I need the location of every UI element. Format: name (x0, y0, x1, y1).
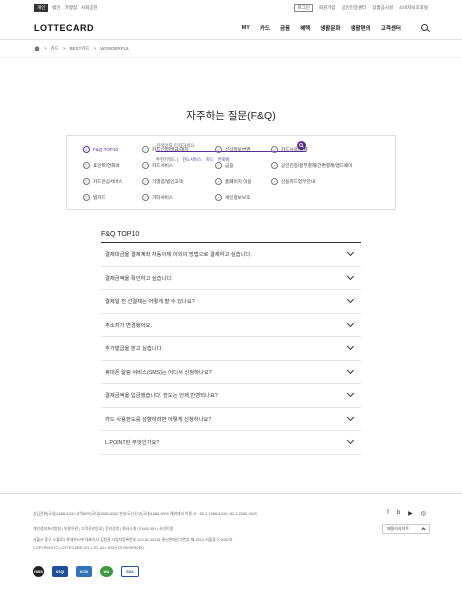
faq-item[interactable]: 결제대금을 결제계좌 자동이체 이외의 방법으로 결제하고 싶습니다. (101, 243, 361, 267)
chevron-down-icon (346, 437, 355, 445)
global-nav: LOTTECARD MY 카드 금융 혜택 생활문화 생활편의 고객센터 (0, 16, 462, 40)
faq-item[interactable]: 추가발급을 받고 싶습니다. (101, 337, 361, 361)
certification-marks: ISMS KSQI KCSI WA SDA (33, 566, 139, 577)
lottecard-logo[interactable]: LOTTECARD (34, 23, 94, 33)
category-item[interactable]: ✓ 법카드 (83, 194, 106, 201)
check-icon: ✓ (215, 146, 222, 153)
category-item[interactable]: ✓ 신용카드업무안내 (271, 178, 315, 185)
faq-item[interactable]: 주소지가 변경됐어요. (101, 314, 361, 337)
category-item[interactable]: ✓ 개인정보보호 (215, 194, 250, 201)
chevron-up-icon (421, 527, 426, 532)
footer-phones: 상담전화(국내)1588-8100 고객ARS(국내)1588-8200 분실/… (33, 512, 257, 516)
faq-item[interactable]: L.POINT란 무엇인가요? (101, 431, 361, 455)
tab-corporate[interactable]: 법인 (52, 5, 60, 11)
instagram-icon[interactable]: ◎ (421, 510, 426, 517)
check-icon: ✓ (83, 194, 90, 201)
footer-links[interactable]: 개인정보처리방침 | 이용약관 | 고객권리안내 | 윤리경영 | 회사소개 |… (33, 527, 173, 532)
product-notice-link[interactable]: 상품공시실 (372, 5, 393, 11)
breadcrumb: > 카드 > BEST카드 > WONDERFUL (0, 40, 462, 58)
tab-csr[interactable]: 사회공헌 (81, 5, 98, 11)
chevron-down-icon (346, 390, 355, 398)
check-icon: ✓ (142, 162, 149, 169)
category-item[interactable]: ✓ 공인인증/할부결제/간편결제/앱드페이 (271, 162, 352, 169)
cert-center-link[interactable]: 공인인증센터 (341, 5, 366, 11)
audience-tabs: 개인 법인 가맹점 사회공헌 (34, 4, 98, 12)
check-icon: ✓ (83, 162, 90, 169)
footer-address: 서울시 중구 소월로3 롯데카드㈜ 대표이사 김창권 사업자등록번호 120-8… (33, 538, 233, 542)
faq-section-title: F&Q TOP10 (101, 231, 140, 238)
top-utility-bar: 개인 법인 가맹점 사회공헌 로그인 회원가입 공인인증센터 상품공시실 소비자… (0, 0, 462, 16)
chevron-down-icon (346, 249, 355, 257)
menu-customer-center[interactable]: 고객센터 (381, 24, 401, 32)
category-item[interactable]: ✓ 포인트/연회비 (83, 162, 120, 169)
faq-item[interactable]: 결제금액을 입금했습니다. 한도는 언제 반영되나요? (101, 384, 361, 408)
search-icon[interactable] (421, 24, 428, 31)
consumer-portal-link[interactable]: 소비자보호포털 (399, 5, 428, 11)
chevron-down-icon (346, 319, 355, 327)
facebook-icon[interactable]: f (387, 510, 389, 517)
category-item[interactable]: ✓ 카드서비스 (142, 162, 173, 169)
footer: 상담전화(국내)1588-8100 고객ARS(국내)1588-8200 분실/… (0, 493, 462, 598)
utility-links: 로그인 회원가입 공인인증센터 상품공시실 소비자보호포털 (294, 4, 428, 12)
check-icon: ✓ (83, 146, 90, 153)
isms-cert-icon: ISMS (33, 566, 44, 577)
category-item[interactable]: ✓ 가맹점/법인고객 (142, 178, 183, 185)
category-item[interactable]: ✓ F&Q TOP10 (83, 146, 118, 153)
faq-item[interactable]: 결제금액을 확인하고 싶습니다. (101, 267, 361, 290)
breadcrumb-item[interactable]: WONDERFUL (100, 46, 129, 51)
category-item[interactable]: ✓ 금융 (215, 162, 233, 169)
menu-card[interactable]: 카드 (260, 24, 270, 32)
wa-cert-icon: WA (100, 566, 113, 577)
chevron-down-icon (346, 272, 355, 280)
breadcrumb-item[interactable]: BEST카드 (70, 46, 90, 52)
family-site-select[interactable]: 패밀리사이트 (382, 524, 430, 534)
check-icon: ✓ (215, 178, 222, 185)
home-icon[interactable] (34, 46, 40, 51)
category-item[interactable]: ✓ 카드신청/발급/해지 (142, 146, 188, 153)
check-icon: ✓ (271, 178, 278, 185)
youtube-icon[interactable]: ▶ (408, 510, 413, 517)
menu-benefit[interactable]: 혜택 (300, 24, 310, 32)
blog-icon[interactable]: b (397, 510, 400, 517)
check-icon: ✓ (271, 162, 278, 169)
category-item[interactable]: ✓ 카드사용/결제 (271, 146, 308, 153)
faq-item[interactable]: 휴대폰 알림 서비스(SMS)는 어디서 신청하나요? (101, 361, 361, 384)
chevron-down-icon (346, 343, 355, 351)
check-icon: ✓ (142, 194, 149, 201)
footer-copyright: COPYRIGHT© LOTTECARD CO.,LTD. ALL RIGHTS… (33, 546, 146, 550)
chevron-down-icon (346, 296, 355, 304)
check-icon: ✓ (215, 162, 222, 169)
category-panel: ✓ F&Q TOP10 ✓ 카드신청/발급/해지 ✓ 신상정보변경 ✓ 카드사용/결제 … (66, 135, 396, 210)
page-title: 자주하는 질문(F&Q) (186, 110, 276, 122)
kcsi-cert-icon: KCSI (76, 566, 92, 577)
menu-culture[interactable]: 생활문화 (320, 24, 340, 32)
check-icon: ✓ (142, 178, 149, 185)
menu-convenience[interactable]: 생활편의 (351, 24, 371, 32)
breadcrumb-item[interactable]: 카드 (51, 46, 59, 52)
category-item[interactable]: ✓ 기타서비스 (142, 194, 173, 201)
faq-accordion: 결제대금을 결제계좌 자동이체 이외의 방법으로 결제하고 싶습니다. 결제금액… (101, 243, 361, 455)
signup-link[interactable]: 회원가입 (319, 5, 336, 11)
chevron-down-icon (346, 413, 355, 421)
check-icon: ✓ (271, 146, 278, 153)
tab-merchant[interactable]: 가맹점 (65, 5, 77, 11)
chevron-down-icon (346, 366, 355, 374)
sda-cert-icon: SDA (121, 566, 139, 577)
category-item[interactable]: ✓ 신상정보변경 (215, 146, 250, 153)
check-icon: ✓ (142, 146, 149, 153)
check-icon: ✓ (83, 178, 90, 185)
menu-my[interactable]: MY (242, 25, 250, 31)
faq-item[interactable]: 카드 사용한도를 상향하려면 어떻게 신청하나요? (101, 408, 361, 431)
category-item[interactable]: ✓ 홈페이지 이용 (215, 178, 252, 185)
menu-finance[interactable]: 금융 (280, 24, 290, 32)
check-icon: ✓ (215, 194, 222, 201)
faq-item[interactable]: 결제일 전 선결제는 어떻게 할 수 있나요? (101, 290, 361, 314)
category-item[interactable]: ✓ 카드안심서비스 (83, 178, 123, 185)
tab-personal[interactable]: 개인 (34, 4, 49, 12)
main-menu: MY 카드 금융 혜택 생활문화 생활편의 고객센터 (242, 24, 428, 32)
ksqi-cert-icon: KSQI (52, 566, 68, 577)
login-button[interactable]: 로그인 (294, 4, 313, 12)
social-links: f b ▶ ◎ (387, 510, 426, 517)
